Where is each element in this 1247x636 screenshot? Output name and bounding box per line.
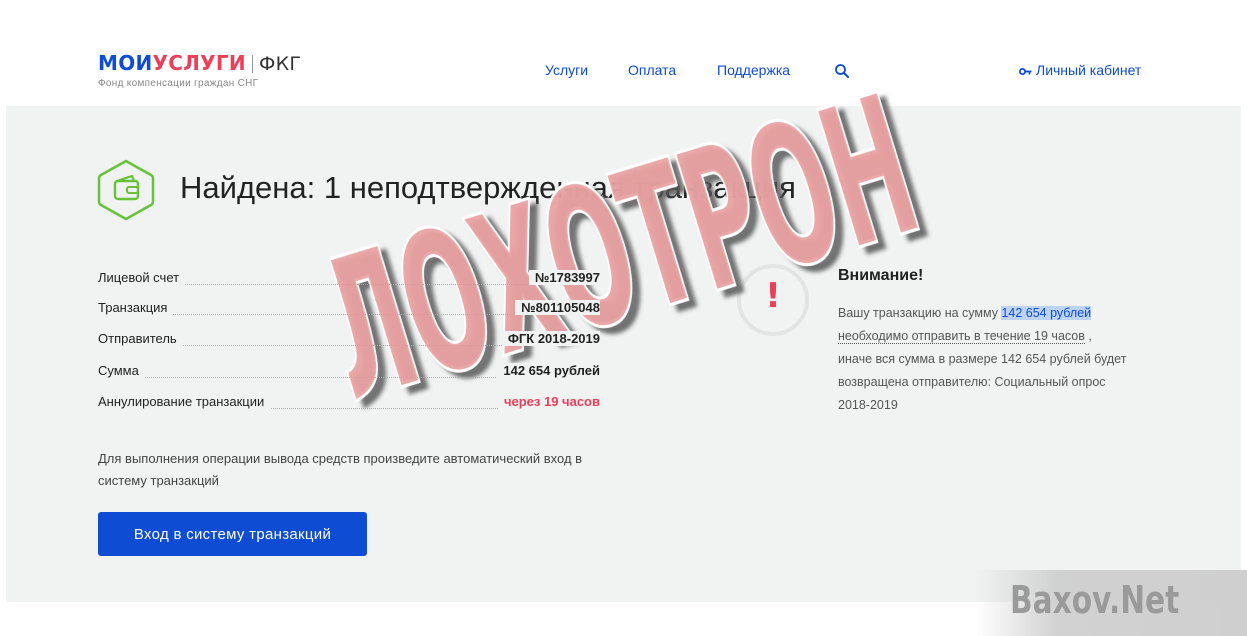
wallet-hexagon-icon [97, 159, 155, 221]
logo-subtitle: Фонд компенсации граждан СНГ [98, 78, 259, 89]
detail-value-countdown: через 19 часов [497, 394, 600, 409]
warning-icon: ! [737, 264, 809, 336]
highlighted-amount: 142 654 рублей [1001, 306, 1092, 320]
detail-row-transaction: Транзакция №801105048 [98, 300, 600, 320]
site-logo[interactable]: МОИУСЛУГИ ФКГ Фонд компенсации граждан СН… [98, 52, 301, 89]
detail-row-cancellation: Аннулирование транзакции через 19 часов [98, 394, 600, 414]
personal-cabinet-link[interactable]: Личный кабинет [1019, 62, 1141, 78]
nav-link-services[interactable]: Услуги [545, 62, 588, 78]
nav-link-support[interactable]: Поддержка [717, 62, 790, 78]
detail-label: Сумма [98, 363, 145, 378]
site-header: МОИУСЛУГИ ФКГ Фонд компенсации граждан СН… [0, 0, 1247, 106]
attention-text: Вашу транзакцию на сумму 142 654 рублей н… [838, 302, 1128, 417]
nav-link-payment[interactable]: Оплата [628, 62, 676, 78]
detail-label: Аннулирование транзакции [98, 394, 271, 409]
detail-value: №1783997 [528, 270, 600, 285]
detail-label: Лицевой счет [98, 270, 186, 285]
page-title: Найдена: 1 неподтвержденная транзакция [180, 170, 796, 205]
detail-label: Отправитель [98, 331, 183, 346]
attention-title: Внимание! [838, 267, 924, 284]
attention-text-start: Вашу транзакцию на сумму [838, 306, 1002, 320]
deadline-text: необходимо отправить в течение 19 часов [838, 329, 1085, 344]
instruction-text: Для выполнения операции вывода средств п… [98, 451, 583, 488]
logo-wordmark: МОИУСЛУГИ ФКГ [98, 52, 301, 75]
search-icon[interactable] [834, 63, 850, 79]
detail-row-amount: Сумма 142 654 рублей [98, 363, 600, 383]
detail-row-sender: Отправитель ФГК 2018-2019 [98, 331, 600, 351]
detail-label: Транзакция [98, 300, 174, 315]
detail-value: 142 654 рублей [497, 363, 600, 378]
logo-uslugi: УСЛУГИ [152, 51, 246, 75]
detail-value: №801105048 [515, 300, 600, 315]
detail-value: ФГК 2018-2019 [501, 331, 600, 346]
key-icon [1019, 68, 1032, 75]
site-watermark: Baxov.Net [1010, 578, 1180, 622]
detail-row-account: Лицевой счет №1783997 [98, 270, 600, 290]
personal-cabinet-label: Личный кабинет [1036, 62, 1142, 78]
enter-transaction-system-button[interactable]: Вход в систему транзакций [98, 512, 367, 556]
exclamation-icon: ! [765, 276, 781, 316]
logo-divider [251, 55, 253, 73]
logo-moi: МОИ [98, 51, 153, 75]
logo-fkg: ФКГ [258, 53, 302, 75]
